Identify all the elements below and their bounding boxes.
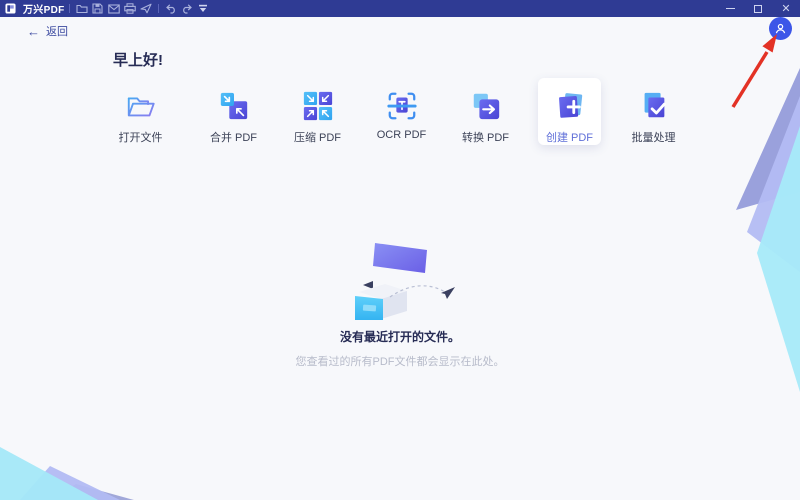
account-avatar-button[interactable] [769, 17, 792, 40]
back-label: 返回 [46, 26, 68, 38]
batch-process-icon [644, 92, 666, 118]
save-icon[interactable] [90, 1, 106, 16]
back-arrow-icon: ← [27, 23, 40, 39]
toolbar-toggle-icon[interactable] [195, 1, 211, 16]
action-label: 批量处理 [631, 132, 676, 144]
user-icon [775, 23, 786, 34]
greeting-text: 早上好! [113, 52, 163, 69]
action-create-pdf[interactable]: 创建 PDF [538, 78, 601, 145]
merge-pdf-icon [220, 92, 247, 120]
share-icon[interactable] [138, 1, 154, 16]
divider [68, 4, 70, 13]
minimize-icon [725, 8, 735, 9]
action-label: 合并 PDF [209, 132, 258, 144]
app-logo-icon [5, 3, 16, 14]
action-label: 创建 PDF [545, 132, 594, 144]
open-folder-icon[interactable] [74, 1, 90, 16]
quick-actions-row: 打开文件 合并 PDF 压缩 PDF OCR PDF 转换 PDF 创建 PDF… [109, 78, 685, 145]
action-label: 转换 PDF [461, 132, 510, 144]
action-label: OCR PDF [376, 129, 427, 141]
minimize-button[interactable] [716, 0, 744, 17]
action-ocr-pdf[interactable]: OCR PDF [370, 78, 433, 145]
action-batch-process[interactable]: 批量处理 [622, 78, 685, 145]
redo-icon[interactable] [179, 1, 195, 16]
close-icon: ✕ [781, 2, 791, 15]
empty-state-illustration [355, 243, 455, 320]
print-icon[interactable] [122, 1, 138, 16]
action-label: 打开文件 [118, 132, 163, 144]
back-button[interactable]: ← 返回 [27, 23, 68, 39]
action-open-file[interactable]: 打开文件 [109, 78, 172, 145]
maximize-icon [754, 4, 762, 13]
empty-state-title: 没有最近打开的文件。 [339, 330, 460, 344]
open-file-icon [127, 97, 155, 117]
email-icon[interactable] [106, 1, 122, 16]
close-button[interactable]: ✕ [772, 0, 800, 17]
action-compress-pdf[interactable]: 压缩 PDF [286, 78, 349, 145]
app-title: 万兴PDF [23, 5, 65, 16]
convert-pdf-icon [473, 93, 499, 120]
titlebar: 万兴PDF ✕ [0, 0, 800, 17]
divider [157, 4, 159, 13]
empty-state: 没有最近打开的文件。 您查看过的所有PDF文件都会显示在此处。 [0, 235, 800, 369]
compress-pdf-icon [303, 91, 332, 121]
ocr-pdf-icon [386, 92, 417, 120]
create-pdf-icon [558, 93, 582, 118]
action-merge-pdf[interactable]: 合并 PDF [202, 78, 265, 145]
empty-state-subtitle: 您查看过的所有PDF文件都会显示在此处。 [295, 356, 505, 368]
undo-icon[interactable] [163, 1, 179, 16]
maximize-button[interactable] [744, 0, 772, 17]
action-label: 压缩 PDF [293, 132, 342, 144]
action-convert-pdf[interactable]: 转换 PDF [454, 78, 517, 145]
